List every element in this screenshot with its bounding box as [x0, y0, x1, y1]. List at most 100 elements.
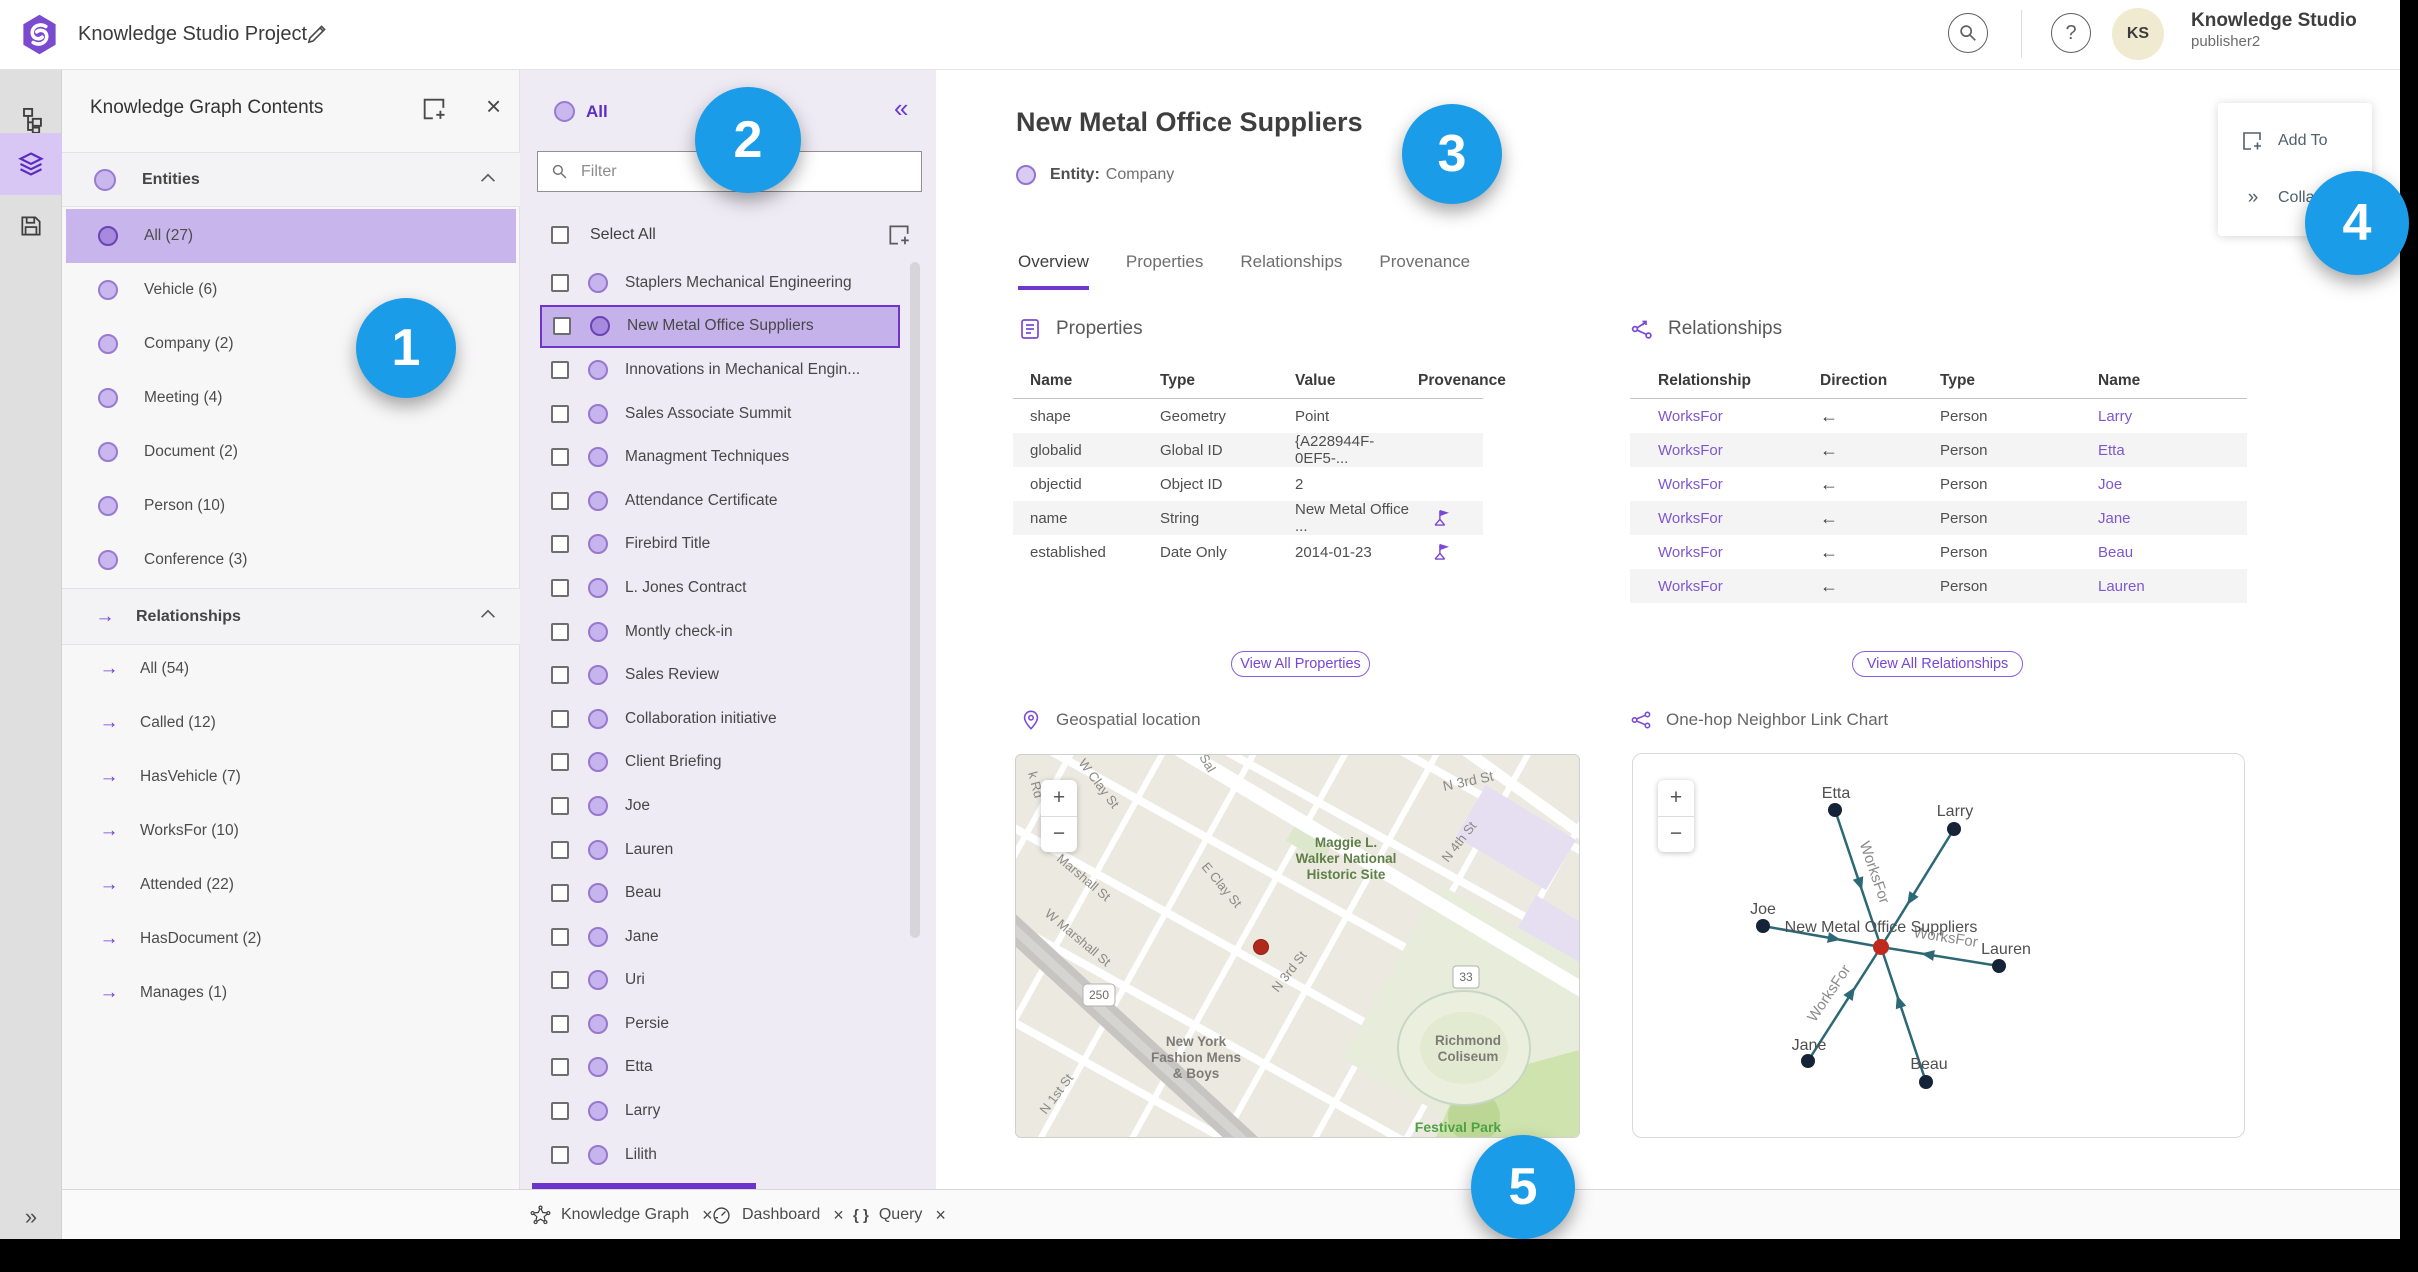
- item-checkbox[interactable]: [551, 622, 569, 641]
- rail-item-layers[interactable]: [0, 133, 62, 195]
- zoom-out-button[interactable]: −: [1658, 817, 1694, 853]
- entity-circle-icon: [588, 534, 608, 555]
- item-checkbox[interactable]: [551, 360, 569, 379]
- add-selection-icon[interactable]: [886, 222, 912, 248]
- edit-title-icon[interactable]: [304, 21, 330, 47]
- sidebar-item-vehicle[interactable]: Vehicle (6): [66, 263, 516, 317]
- relationships-section-title: Relationships: [1668, 318, 1783, 339]
- list-item[interactable]: Managment Techniques: [540, 435, 900, 479]
- list-item-label: Client Briefing: [625, 753, 722, 771]
- item-checkbox[interactable]: [551, 491, 569, 510]
- chevron-up-icon: [480, 609, 496, 619]
- relationships-icon: [1630, 317, 1654, 341]
- add-to-menu-item[interactable]: Add To: [2218, 121, 2372, 161]
- close-tab-icon[interactable]: ×: [833, 1205, 844, 1226]
- help-button[interactable]: ?: [2051, 13, 2091, 53]
- map[interactable]: k Rd W Clay St Sal N 3rd St N 4th St Mar…: [1015, 754, 1580, 1138]
- provenance-flag-icon[interactable]: [1418, 542, 1500, 563]
- sidebar-item-hasvehicle[interactable]: → HasVehicle (7): [66, 750, 516, 804]
- list-item-selected[interactable]: New Metal Office Suppliers: [540, 304, 900, 349]
- list-item[interactable]: Sales Review: [540, 653, 900, 697]
- list-item[interactable]: Uri: [540, 959, 900, 1003]
- add-to-new-list-icon[interactable]: [420, 95, 448, 123]
- node-label: Lauren: [1981, 941, 2031, 958]
- list-scrollbar[interactable]: [910, 262, 920, 938]
- sidebar-item-worksfor[interactable]: → WorksFor (10): [66, 804, 516, 858]
- view-all-relationships-button[interactable]: View All Relationships: [1852, 651, 2023, 677]
- item-checkbox[interactable]: [551, 796, 569, 815]
- sidebar-item-document[interactable]: Document (2): [66, 425, 516, 479]
- center-node[interactable]: [1873, 939, 1889, 955]
- list-item[interactable]: Lilith: [540, 1133, 900, 1177]
- list-item[interactable]: Firebird Title: [540, 523, 900, 567]
- list-item[interactable]: Beau: [540, 871, 900, 915]
- list-item[interactable]: Collaboration initiative: [540, 697, 900, 741]
- tab-knowledge-graph[interactable]: Knowledge Graph ×: [530, 1190, 713, 1240]
- highway-shield-33: 33: [1452, 965, 1480, 989]
- list-item[interactable]: Larry: [540, 1089, 900, 1133]
- list-item[interactable]: L. Jones Contract: [540, 566, 900, 610]
- node-label: Jane: [1792, 1037, 1827, 1054]
- item-checkbox[interactable]: [551, 840, 569, 859]
- item-checkbox[interactable]: [551, 709, 569, 728]
- sidebar-item-hasdocument[interactable]: → HasDocument (2): [66, 912, 516, 966]
- item-checkbox[interactable]: [551, 927, 569, 946]
- list-item[interactable]: Joe: [540, 784, 900, 828]
- list-item[interactable]: Sales Associate Summit: [540, 392, 900, 436]
- list-item[interactable]: Lauren: [540, 828, 900, 872]
- zoom-out-button[interactable]: −: [1041, 817, 1077, 853]
- tab-provenance[interactable]: Provenance: [1379, 252, 1470, 290]
- list-item[interactable]: Client Briefing: [540, 741, 900, 785]
- list-item[interactable]: Attendance Certificate: [540, 479, 900, 523]
- tab-query[interactable]: { } Query ×: [853, 1190, 946, 1240]
- item-checkbox[interactable]: [551, 273, 569, 292]
- sidebar-item-called[interactable]: → Called (12): [66, 696, 516, 750]
- collapse-panel-icon[interactable]: «: [894, 93, 908, 124]
- expand-rail-icon[interactable]: »: [0, 1204, 62, 1230]
- relationships-section-header[interactable]: → Relationships: [62, 588, 520, 645]
- view-all-properties-button[interactable]: View All Properties: [1231, 651, 1370, 677]
- provenance-flag-icon[interactable]: [1418, 508, 1500, 529]
- list-item[interactable]: Staplers Mechanical Engineering: [540, 261, 900, 305]
- sidebar-item-person[interactable]: Person (10): [66, 479, 516, 533]
- sidebar-item-manages[interactable]: → Manages (1): [66, 966, 516, 1020]
- item-checkbox[interactable]: [551, 753, 569, 772]
- close-panel-icon[interactable]: ×: [486, 91, 501, 122]
- item-checkbox[interactable]: [551, 1102, 569, 1121]
- item-checkbox[interactable]: [551, 1145, 569, 1164]
- sidebar-item-entities-all[interactable]: All (27): [66, 209, 516, 263]
- item-checkbox[interactable]: [551, 1058, 569, 1077]
- select-all-checkbox[interactable]: [551, 226, 569, 244]
- item-checkbox[interactable]: [551, 971, 569, 990]
- sidebar-item-meeting[interactable]: Meeting (4): [66, 371, 516, 425]
- tab-relationships[interactable]: Relationships: [1240, 252, 1342, 290]
- search-button[interactable]: [1948, 13, 1988, 53]
- list-item[interactable]: Jane: [540, 915, 900, 959]
- item-checkbox[interactable]: [551, 448, 569, 467]
- list-item[interactable]: Innovations in Mechanical Engin...: [540, 348, 900, 392]
- rail-item-save[interactable]: [0, 195, 62, 257]
- item-checkbox[interactable]: [553, 317, 571, 336]
- item-checkbox[interactable]: [551, 404, 569, 423]
- sidebar-item-attended[interactable]: → Attended (22): [66, 858, 516, 912]
- entities-section-header[interactable]: Entities: [62, 152, 520, 207]
- close-tab-icon[interactable]: ×: [935, 1205, 946, 1226]
- item-checkbox[interactable]: [551, 578, 569, 597]
- item-checkbox[interactable]: [551, 884, 569, 903]
- zoom-in-button[interactable]: +: [1041, 780, 1077, 817]
- link-chart[interactable]: WorksFor WorksFor WorksFor Etta Larry Jo…: [1632, 753, 2245, 1138]
- sidebar-item-conference[interactable]: Conference (3): [66, 533, 516, 587]
- item-checkbox[interactable]: [551, 535, 569, 554]
- sidebar-item-rel-all[interactable]: → All (54): [66, 642, 516, 696]
- tab-overview[interactable]: Overview: [1018, 252, 1089, 290]
- tab-dashboard[interactable]: Dashboard ×: [711, 1190, 844, 1240]
- list-item[interactable]: Persie: [540, 1002, 900, 1046]
- avatar[interactable]: KS: [2112, 8, 2164, 60]
- zoom-in-button[interactable]: +: [1658, 780, 1694, 817]
- item-checkbox[interactable]: [551, 666, 569, 685]
- list-item[interactable]: Montly check-in: [540, 610, 900, 654]
- list-item-label: Beau: [625, 884, 662, 902]
- list-item[interactable]: Etta: [540, 1046, 900, 1090]
- item-checkbox[interactable]: [551, 1014, 569, 1033]
- tab-properties[interactable]: Properties: [1126, 252, 1203, 290]
